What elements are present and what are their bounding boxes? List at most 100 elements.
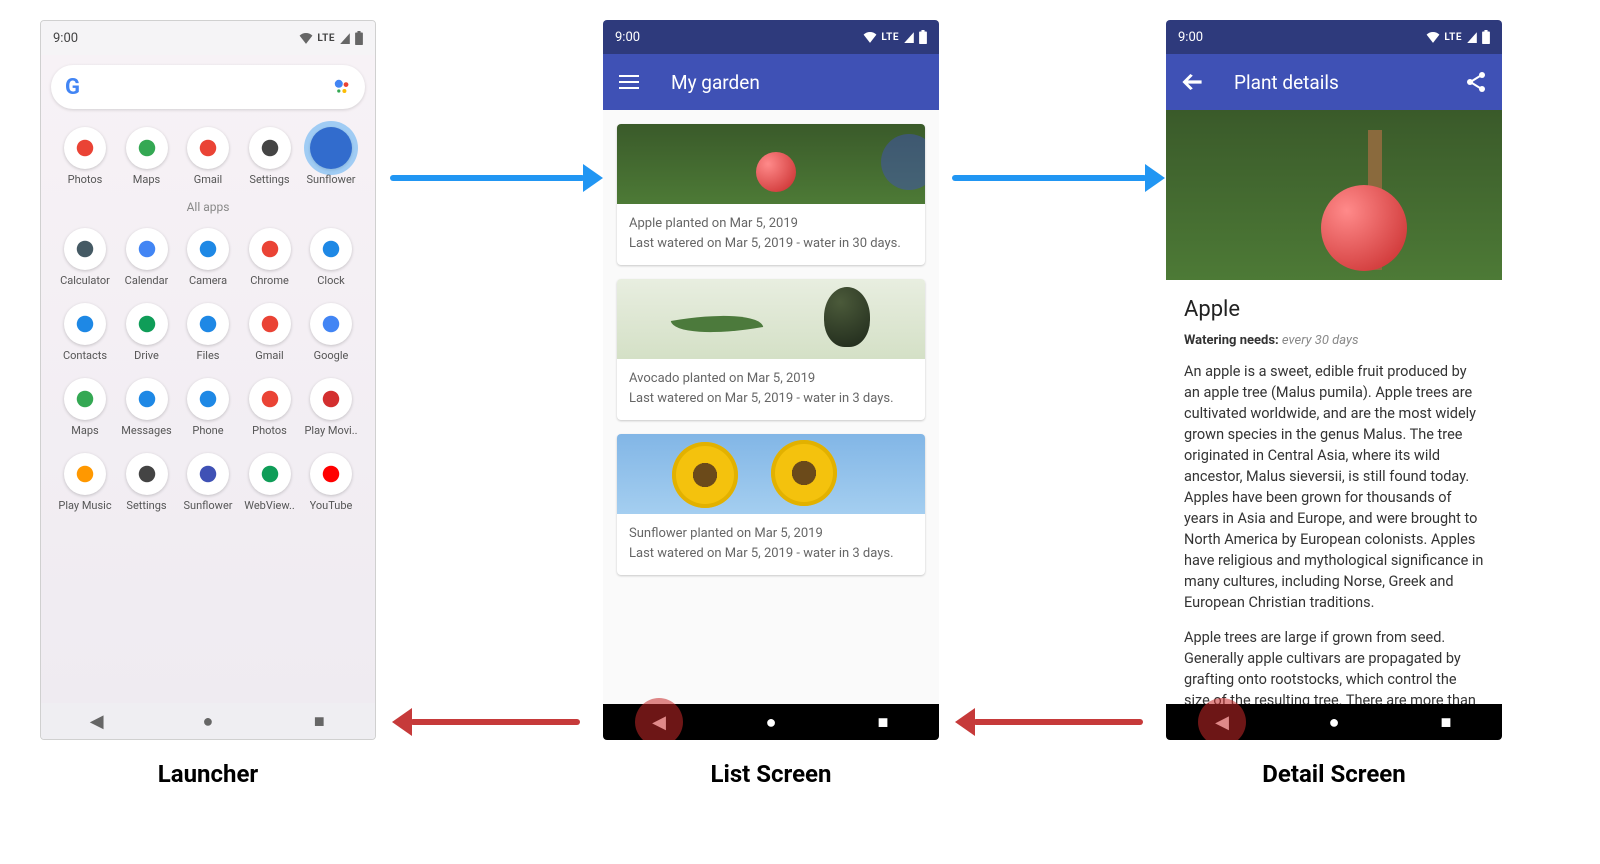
status-icons: LTE	[1426, 30, 1490, 44]
nav-back-button[interactable]: ◀	[82, 706, 112, 736]
app-icon[interactable]: WebView..	[242, 453, 298, 512]
app-icon[interactable]: Chrome	[242, 228, 298, 287]
app-circle-icon	[126, 453, 168, 495]
watering-needs: Watering needs: every 30 days	[1184, 332, 1484, 351]
wifi-icon	[863, 31, 877, 43]
plant-image	[617, 279, 925, 359]
app-icon[interactable]: Photos	[242, 378, 298, 437]
app-icon[interactable]: Contacts	[57, 303, 113, 362]
app-icon[interactable]: Settings	[119, 453, 175, 512]
wifi-icon	[1426, 31, 1440, 43]
nav-home-button[interactable]: ●	[193, 706, 223, 736]
app-row: Maps Messages Phone PhotosPlay Movi..	[51, 370, 365, 445]
list-item[interactable]: Sunflower planted on Mar 5, 2019 Last wa…	[617, 434, 925, 575]
battery-icon	[1482, 30, 1490, 44]
app-icon[interactable]: Photos	[57, 127, 113, 186]
app-label: Settings	[126, 499, 166, 512]
nav-recents-button[interactable]: ■	[868, 707, 898, 737]
nav-home-button[interactable]: ●	[756, 707, 786, 737]
app-icon[interactable]: Phone	[180, 378, 236, 437]
nav-back-button[interactable]: ◀	[644, 707, 674, 737]
signal-icon	[903, 31, 915, 43]
nav-home-button[interactable]: ●	[1319, 707, 1349, 737]
app-label: Contacts	[63, 349, 107, 362]
app-circle-icon	[249, 453, 291, 495]
list-phone: 9:00 LTE My garden Apple planted on	[603, 20, 939, 740]
status-time: 9:00	[1178, 30, 1203, 45]
assistant-icon[interactable]	[333, 78, 351, 96]
app-icon[interactable]: Play Movi..	[303, 378, 359, 437]
nav-bar: ◀ ● ■	[1166, 704, 1502, 740]
detail-phone: 9:00 LTE Plant details Apple	[1166, 20, 1502, 740]
app-circle-icon	[187, 453, 229, 495]
app-icon[interactable]: Maps	[119, 127, 175, 186]
app-circle-icon	[249, 303, 291, 345]
app-circle-icon	[64, 127, 106, 169]
nav-bar: ◀ ● ■	[41, 703, 375, 739]
app-row: Contacts DriveFiles Gmail Google	[51, 295, 365, 370]
menu-icon[interactable]	[617, 70, 641, 94]
app-circle-icon	[187, 303, 229, 345]
all-apps-header: All apps	[51, 200, 365, 214]
arrow-launcher-to-list-icon	[390, 175, 585, 181]
app-icon[interactable]: Sunflower	[303, 127, 359, 186]
app-circle-icon	[64, 303, 106, 345]
status-icons: LTE	[863, 30, 927, 44]
app-circle-icon	[64, 378, 106, 420]
nav-recents-button[interactable]: ■	[304, 706, 334, 736]
app-circle-icon	[126, 228, 168, 270]
tap-indicator-icon	[881, 134, 925, 190]
app-label: Gmail	[255, 349, 283, 362]
app-label: Settings	[249, 173, 289, 186]
app-label: Clock	[317, 274, 344, 287]
app-label: Calendar	[125, 274, 169, 287]
lte-label: LTE	[881, 32, 899, 43]
status-bar: 9:00 LTE	[41, 21, 375, 55]
app-label: Chrome	[250, 274, 289, 287]
list-label: List Screen	[603, 760, 939, 788]
app-icon[interactable]: Google	[303, 303, 359, 362]
share-icon[interactable]	[1464, 70, 1488, 94]
app-icon[interactable]: Messages	[119, 378, 175, 437]
watered-text: Last watered on Mar 5, 2019 - water in 3…	[629, 389, 913, 409]
app-circle-icon	[187, 228, 229, 270]
app-icon[interactable]: Settings	[242, 127, 298, 186]
arrow-detail-to-list-icon	[973, 719, 1143, 725]
app-icon[interactable]: Camera	[180, 228, 236, 287]
list-item[interactable]: Avocado planted on Mar 5, 2019 Last wate…	[617, 279, 925, 420]
arrow-list-to-detail-icon	[952, 175, 1147, 181]
search-bar[interactable]: G	[51, 65, 365, 109]
launcher-label: Launcher	[40, 760, 376, 788]
app-icon[interactable]: Gmail	[242, 303, 298, 362]
app-icon[interactable]: Calendar	[119, 228, 175, 287]
signal-icon	[1466, 31, 1478, 43]
app-label: Maps	[71, 424, 98, 437]
app-icon[interactable]: Files	[180, 303, 236, 362]
plant-heading: Apple	[1184, 294, 1484, 326]
lte-label: LTE	[1444, 32, 1462, 43]
app-circle-icon	[126, 303, 168, 345]
list-item[interactable]: Apple planted on Mar 5, 2019 Last watere…	[617, 124, 925, 265]
app-icon[interactable]: YouTube	[303, 453, 359, 512]
back-icon[interactable]	[1180, 70, 1204, 94]
app-circle-icon	[126, 378, 168, 420]
nav-recents-button[interactable]: ■	[1431, 707, 1461, 737]
app-bar-title: My garden	[671, 71, 760, 94]
hero-image	[1166, 110, 1502, 280]
app-circle-icon	[187, 127, 229, 169]
watering-value: every 30 days	[1282, 333, 1359, 348]
nav-back-button[interactable]: ◀	[1207, 707, 1237, 737]
app-label: Sunflower	[183, 499, 232, 512]
app-icon[interactable]: Clock	[303, 228, 359, 287]
app-label: Phone	[192, 424, 223, 437]
plant-image	[617, 124, 925, 204]
app-icon[interactable]: Sunflower	[180, 453, 236, 512]
app-icon[interactable]: Gmail	[180, 127, 236, 186]
app-icon[interactable]: Play Music	[57, 453, 113, 512]
app-icon[interactable]: Drive	[119, 303, 175, 362]
app-icon[interactable]: Maps	[57, 378, 113, 437]
lte-label: LTE	[317, 33, 335, 44]
app-circle-icon	[64, 453, 106, 495]
favorites-row: PhotosMapsGmail Settings Sunflower	[51, 119, 365, 194]
app-icon[interactable]: Calculator	[57, 228, 113, 287]
